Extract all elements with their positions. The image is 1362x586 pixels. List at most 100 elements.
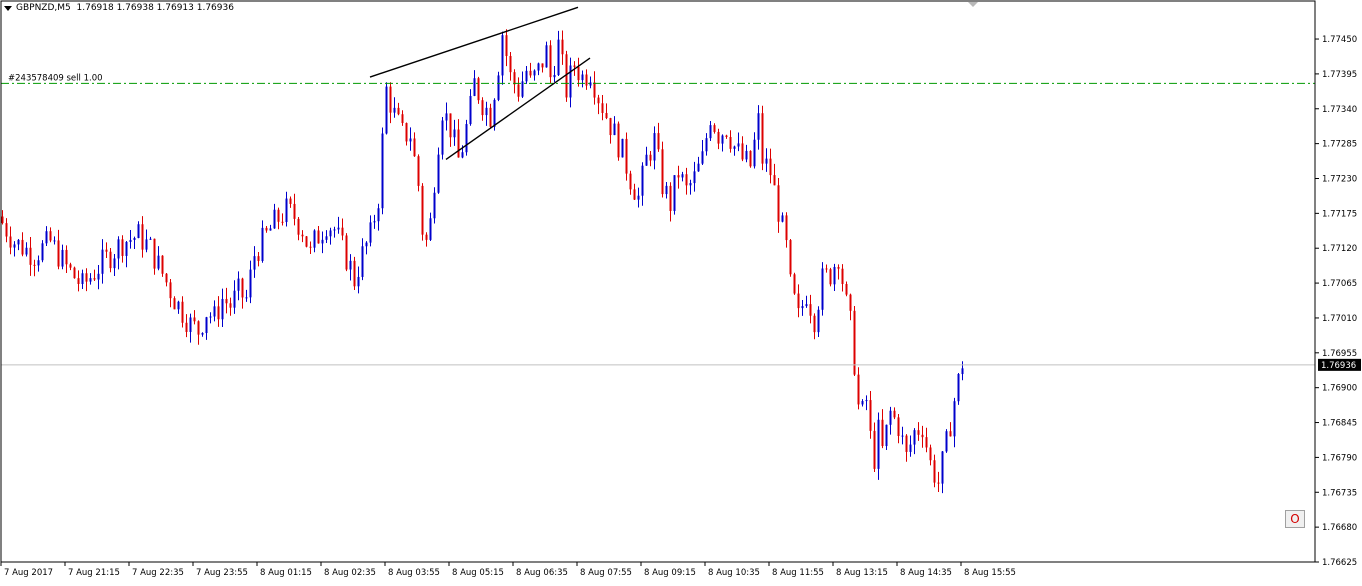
candle-body bbox=[629, 173, 632, 190]
candle-body bbox=[961, 368, 964, 375]
candle-body bbox=[657, 133, 660, 150]
candle-body bbox=[129, 239, 132, 242]
wedge-lower-trendline[interactable] bbox=[445, 57, 591, 161]
candle-body bbox=[781, 215, 784, 222]
candle-body bbox=[685, 174, 688, 186]
price-chart[interactable]: #243578409 sell 1.00 1.77450 1.77395 1.773… bbox=[0, 0, 1362, 586]
candle-body bbox=[617, 123, 620, 158]
candle-body bbox=[857, 374, 860, 405]
candle-body bbox=[777, 185, 780, 222]
price-tick-label: 1.77395 bbox=[1322, 70, 1357, 80]
price-tick-label: 1.77065 bbox=[1322, 279, 1357, 289]
price-tick-label: 1.77175 bbox=[1322, 209, 1357, 219]
candle-body bbox=[485, 107, 488, 116]
candle-body bbox=[61, 249, 64, 267]
candle-body bbox=[769, 158, 772, 176]
price-tick-label: 1.76735 bbox=[1322, 488, 1357, 498]
candle-body bbox=[293, 203, 296, 219]
one-click-order-button[interactable]: O bbox=[1285, 510, 1305, 528]
candle-body bbox=[277, 209, 280, 222]
candle-body bbox=[837, 266, 840, 269]
candle-body bbox=[273, 209, 276, 229]
candle-body bbox=[873, 430, 876, 469]
time-tick-label: 7 Aug 2017 bbox=[4, 568, 53, 578]
candle-body bbox=[581, 74, 584, 81]
candle-body bbox=[125, 241, 128, 256]
candle-body bbox=[865, 400, 868, 402]
candle-body bbox=[5, 223, 8, 237]
candle-body bbox=[261, 227, 264, 262]
candle-body bbox=[665, 185, 668, 195]
candle-body bbox=[401, 114, 404, 124]
candle-body bbox=[861, 401, 864, 405]
candle-body bbox=[473, 78, 476, 96]
candle-body bbox=[789, 240, 792, 275]
candle-body bbox=[405, 123, 408, 142]
candle-body bbox=[81, 273, 84, 285]
candle-body bbox=[121, 239, 124, 256]
candle-body bbox=[21, 239, 24, 255]
price-axis: 1.77450 1.77395 1.77340 1.77285 1.77230 1.771… bbox=[0, 0, 1361, 568]
chart-shift-icon[interactable] bbox=[968, 2, 978, 7]
candle-body bbox=[881, 419, 884, 447]
candle-body bbox=[429, 218, 432, 240]
candle-body bbox=[109, 251, 112, 269]
candle-body bbox=[749, 150, 752, 167]
candle-body bbox=[553, 75, 556, 78]
candle-body bbox=[901, 435, 904, 437]
price-tick-label: 1.77450 bbox=[1322, 35, 1357, 45]
candle-body bbox=[449, 113, 452, 138]
candle-body bbox=[305, 236, 308, 247]
time-tick-label: 7 Aug 21:15 bbox=[68, 568, 120, 578]
candle-body bbox=[569, 65, 572, 98]
candle-body bbox=[669, 185, 672, 211]
candle-body bbox=[661, 149, 664, 195]
chart-lines: #243578409 sell 1.00 bbox=[1, 6, 1315, 366]
candle-body bbox=[29, 247, 32, 265]
candle-body bbox=[633, 189, 636, 200]
candle-body bbox=[733, 146, 736, 149]
candle-body bbox=[137, 224, 140, 239]
candle-body bbox=[361, 246, 364, 277]
candle-body bbox=[609, 118, 612, 136]
candle-body bbox=[509, 56, 512, 73]
time-tick-label: 8 Aug 05:15 bbox=[452, 568, 504, 578]
order-line-label: #243578409 sell 1.00 bbox=[8, 73, 103, 83]
candle-body bbox=[585, 74, 588, 86]
candle-body bbox=[397, 107, 400, 115]
price-tick-label: 1.77340 bbox=[1322, 105, 1357, 115]
candle-body bbox=[701, 151, 704, 164]
candle-body bbox=[833, 266, 836, 285]
time-tick-label: 8 Aug 15:55 bbox=[964, 568, 1016, 578]
candle-body bbox=[645, 154, 648, 166]
candle-body bbox=[677, 175, 680, 178]
candle-body bbox=[797, 293, 800, 309]
candle-body bbox=[621, 138, 624, 158]
current-price-label: 1.76936 bbox=[1321, 361, 1356, 371]
candle-body bbox=[209, 316, 212, 318]
candle-body bbox=[77, 278, 80, 285]
candle-body bbox=[145, 239, 148, 250]
candle-body bbox=[945, 431, 948, 452]
candle-body bbox=[249, 269, 252, 298]
candle-body bbox=[325, 236, 328, 240]
candle-body bbox=[73, 267, 76, 279]
candle-body bbox=[337, 227, 340, 230]
candle-body bbox=[93, 278, 96, 280]
candle-body bbox=[601, 103, 604, 114]
candle-body bbox=[105, 249, 108, 252]
candle-body bbox=[829, 269, 832, 285]
candle-body bbox=[393, 107, 396, 113]
candle-body bbox=[265, 227, 268, 231]
candle-body bbox=[637, 195, 640, 200]
candle-body bbox=[909, 444, 912, 452]
candle-body bbox=[217, 306, 220, 320]
candle-body bbox=[1, 216, 4, 224]
candle-body bbox=[541, 63, 544, 68]
candle-body bbox=[101, 249, 104, 274]
candle-body bbox=[649, 154, 652, 161]
candle-body bbox=[561, 39, 564, 55]
menu-triangle-icon[interactable] bbox=[4, 5, 12, 11]
time-tick-label: 8 Aug 14:35 bbox=[900, 568, 952, 578]
candle-body bbox=[381, 133, 384, 209]
